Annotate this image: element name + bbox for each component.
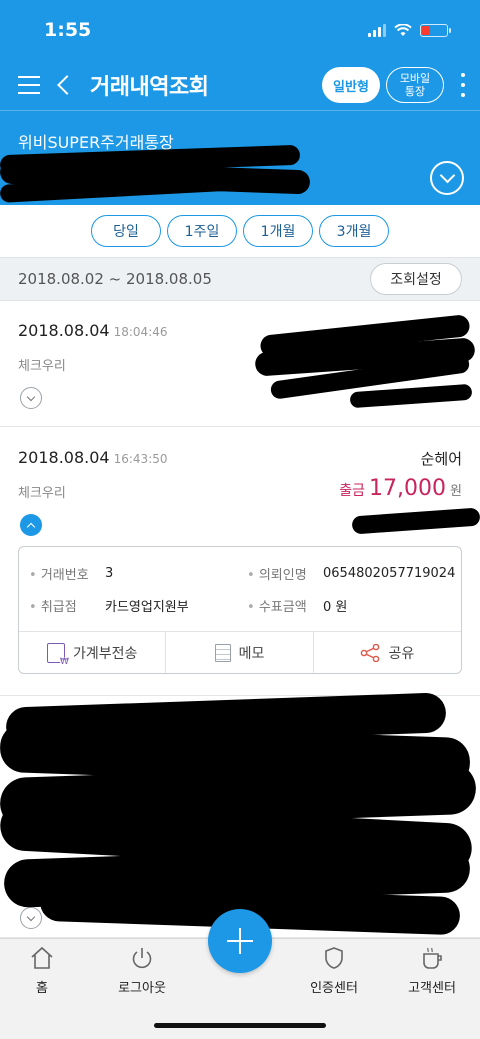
more-options-icon[interactable] [460, 73, 466, 97]
transaction-item[interactable]: 2018.08.04 16:43:50 체크우리 순헤어 출금 17,000 원 … [0, 428, 480, 696]
transaction-amount: 출금 17,000 원 [339, 476, 462, 501]
collapse-toggle-icon[interactable] [20, 514, 42, 536]
search-settings-button[interactable]: 조회설정 [370, 263, 462, 295]
nav-customer-center[interactable]: 고객센터 [382, 945, 480, 996]
memo-icon [214, 643, 231, 662]
quick-menu-button[interactable] [208, 909, 272, 973]
nav-home[interactable]: 홈 [0, 945, 92, 996]
period-1week-button[interactable]: 1주일 [167, 215, 237, 247]
transaction-time: 16:43:50 [113, 452, 168, 466]
account-expand-icon[interactable] [430, 161, 464, 195]
detail-txn-no: 거래번호3 [29, 557, 247, 589]
transaction-time: 18:04:46 [113, 325, 168, 339]
transaction-detail-panel: 거래번호3 의뢰인명0654802057719024 취급점카드영업지원부 수표… [18, 546, 462, 674]
status-bar: 1:55 [0, 0, 480, 60]
menu-icon[interactable] [18, 76, 40, 94]
counterparty-name: 순헤어 [420, 450, 462, 468]
detail-requester: 의뢰인명0654802057719024 [247, 557, 456, 589]
battery-icon [420, 23, 451, 37]
shield-icon [325, 947, 343, 969]
date-range-text: 2018.08.02 ~ 2018.08.05 [18, 270, 212, 288]
share-icon [361, 643, 380, 662]
send-to-ledger-button[interactable]: 가계부전송 [19, 632, 167, 673]
page-title: 거래내역조회 [90, 75, 209, 100]
expand-toggle-icon[interactable] [20, 387, 42, 409]
transaction-date: 2018.08.04 16:43:50 [18, 448, 168, 467]
mode-normal-button[interactable]: 일반형 [322, 67, 380, 103]
date-range-bar: 2018.08.02 ~ 2018.08.05 조회설정 [0, 257, 480, 301]
mode-mobile-passbook-button[interactable]: 모바일 통장 [386, 67, 444, 103]
wifi-icon [394, 23, 412, 36]
home-icon [31, 946, 53, 969]
transaction-type: 체크우리 [18, 359, 66, 374]
period-filter-row: 당일 1주일 1개월 3개월 [0, 205, 480, 257]
amount-value: 17,000 [369, 476, 447, 501]
back-icon[interactable] [57, 75, 77, 95]
status-time: 1:55 [44, 19, 92, 41]
period-1month-button[interactable]: 1개월 [243, 215, 313, 247]
amount-unit: 원 [450, 484, 462, 499]
home-indicator [154, 1023, 326, 1028]
period-3month-button[interactable]: 3개월 [319, 215, 389, 247]
ledger-icon [46, 642, 69, 667]
nav-logout[interactable]: 로그아웃 [92, 945, 192, 996]
transaction-date: 2018.08.04 18:04:46 [18, 321, 168, 340]
cup-icon [423, 947, 442, 969]
app-header: 거래내역조회 일반형 모바일 통장 [0, 60, 480, 110]
period-today-button[interactable]: 당일 [91, 215, 161, 247]
detail-check-amount: 수표금액0 원 [247, 589, 455, 621]
amount-label: 출금 [339, 483, 366, 499]
status-icons [368, 23, 451, 37]
nav-cert-center[interactable]: 인증센터 [284, 945, 384, 996]
signal-icon [368, 23, 386, 37]
share-button[interactable]: 공유 [314, 632, 461, 673]
detail-branch: 취급점카드영업지원부 [29, 589, 247, 621]
power-icon [132, 948, 152, 969]
bottom-navigation: 홈 로그아웃 인증센터 고객센터 [0, 909, 480, 1039]
expand-toggle-icon[interactable] [20, 907, 42, 929]
transaction-type: 체크우리 [18, 486, 66, 501]
plus-icon [227, 928, 253, 954]
memo-button[interactable]: 메모 [166, 632, 314, 673]
